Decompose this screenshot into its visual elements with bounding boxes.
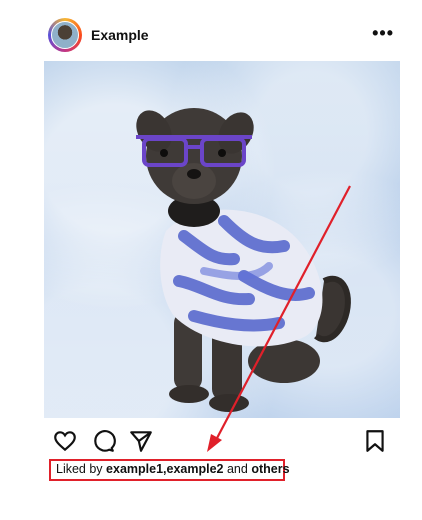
heart-icon[interactable]: [52, 428, 78, 454]
likes-prefix: Liked by: [56, 462, 103, 476]
send-icon[interactable]: [128, 428, 154, 454]
likes-text[interactable]: Liked by example1,example2 and others: [56, 462, 290, 476]
avatar-image: [51, 21, 79, 49]
action-bar: [52, 428, 388, 456]
comment-icon[interactable]: [90, 428, 116, 454]
post-image[interactable]: [44, 61, 400, 418]
post-card: Example ••• Liked by example1,example2 a…: [0, 0, 422, 520]
likes-users[interactable]: example1,example2: [106, 462, 223, 476]
avatar[interactable]: [48, 18, 82, 52]
dog-illustration: [136, 108, 351, 412]
post-username[interactable]: Example: [91, 27, 149, 43]
more-options-icon[interactable]: •••: [372, 24, 394, 42]
post-header: Example •••: [48, 18, 398, 54]
bookmark-icon[interactable]: [362, 428, 388, 454]
likes-conjunction: and: [226, 462, 248, 476]
likes-others[interactable]: others: [251, 462, 289, 476]
